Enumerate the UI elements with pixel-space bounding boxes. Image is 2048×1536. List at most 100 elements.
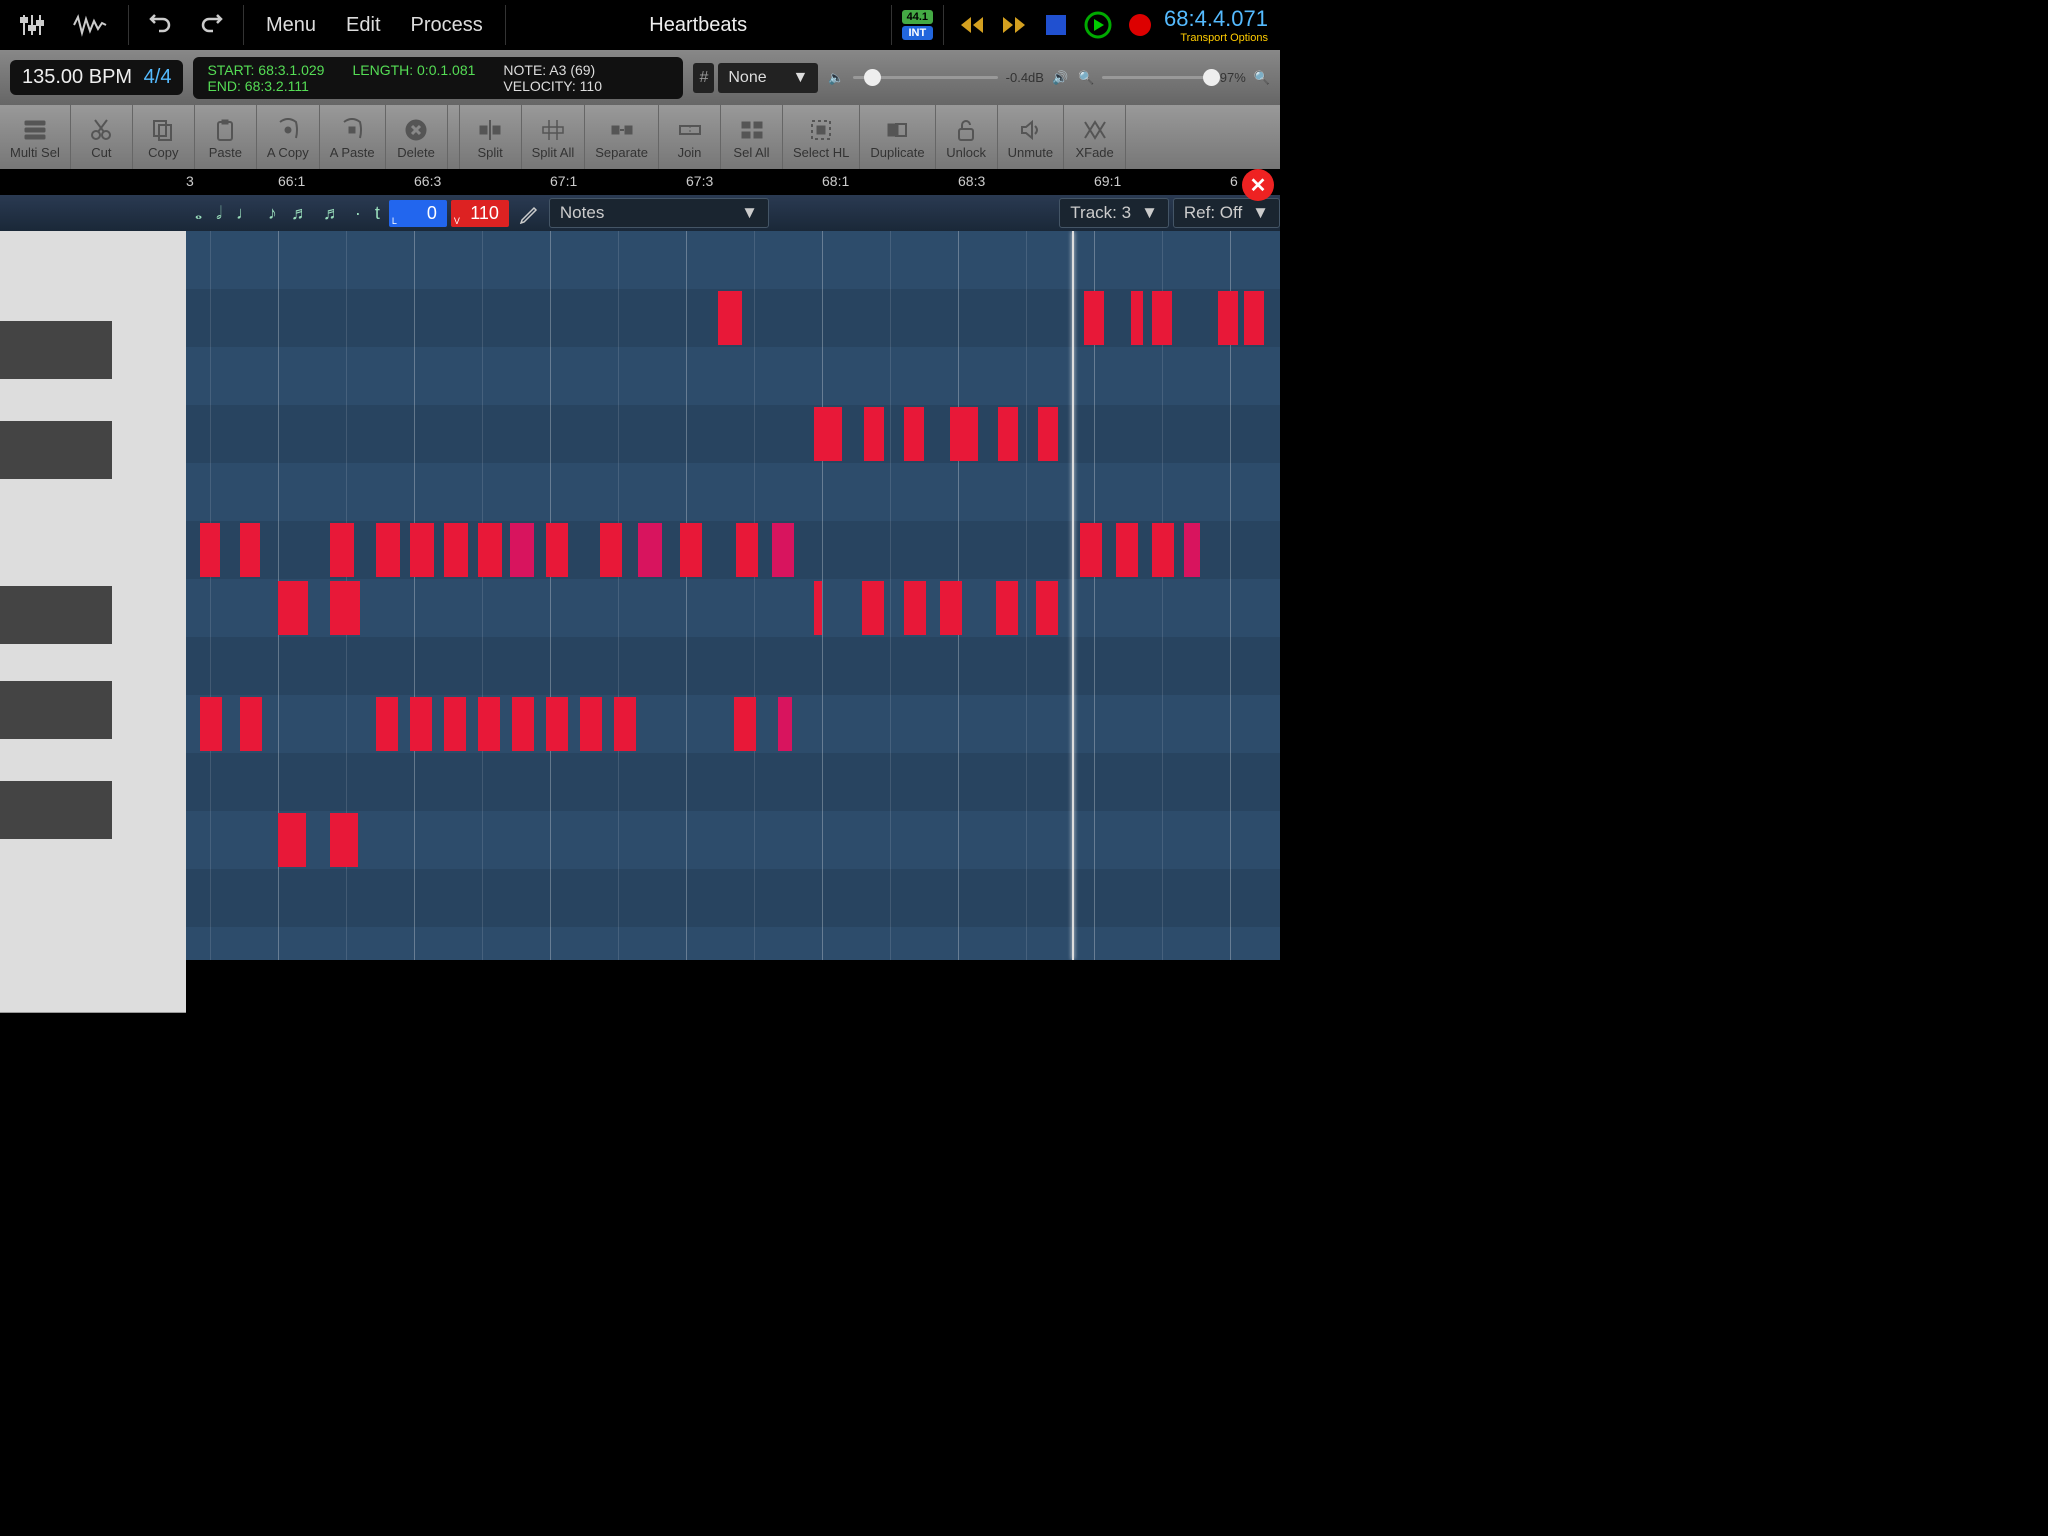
edit-button[interactable]: Edit — [334, 14, 392, 37]
black-key[interactable] — [0, 321, 112, 379]
sel-all-button[interactable]: Sel All — [721, 105, 783, 169]
zoom-out-icon[interactable]: 🔍 — [1078, 70, 1094, 86]
midi-note[interactable] — [680, 523, 702, 577]
playhead[interactable] — [1072, 231, 1074, 960]
delete-button[interactable]: Delete — [386, 105, 448, 169]
midi-note[interactable] — [200, 523, 220, 577]
triplet-button[interactable]: t — [370, 200, 385, 227]
midi-note[interactable] — [278, 581, 308, 635]
midi-note[interactable] — [410, 697, 432, 751]
snap-select[interactable]: None▼ — [718, 63, 818, 93]
midi-note[interactable] — [950, 407, 978, 461]
midi-note[interactable] — [1152, 523, 1174, 577]
midi-note[interactable] — [998, 407, 1018, 461]
cut-button[interactable]: Cut — [71, 105, 133, 169]
zoom-slider[interactable] — [1102, 76, 1211, 79]
midi-note[interactable] — [814, 407, 842, 461]
midi-note[interactable] — [580, 697, 602, 751]
mode-select[interactable]: Notes▼ — [549, 198, 769, 228]
a-paste-button[interactable]: A Paste — [320, 105, 386, 169]
length-value-box[interactable]: L0 — [389, 200, 447, 227]
select-hl-button[interactable]: Select HL — [783, 105, 860, 169]
midi-note[interactable] — [778, 697, 792, 751]
midi-note[interactable] — [330, 813, 358, 867]
separate-button[interactable]: Separate — [585, 105, 659, 169]
midi-note[interactable] — [772, 523, 794, 577]
black-key[interactable] — [0, 681, 112, 739]
dot-button[interactable]: · — [350, 200, 366, 227]
stop-button[interactable] — [1042, 11, 1070, 39]
redo-button[interactable] — [189, 9, 233, 41]
half-note-button[interactable]: 𝅗𝅥 — [211, 200, 227, 227]
midi-note[interactable] — [1080, 523, 1102, 577]
midi-note[interactable] — [996, 581, 1018, 635]
xfade-button[interactable]: XFade — [1064, 105, 1126, 169]
midi-note[interactable] — [1184, 523, 1200, 577]
black-key[interactable] — [0, 421, 112, 479]
black-key[interactable] — [0, 781, 112, 839]
keyboard[interactable]: C4 C3 — [0, 231, 186, 960]
midi-note[interactable] — [376, 697, 398, 751]
unmute-button[interactable]: Unmute — [998, 105, 1065, 169]
rewind-button[interactable] — [958, 11, 986, 39]
white-key[interactable] — [0, 911, 186, 1013]
midi-note[interactable] — [1131, 291, 1143, 345]
midi-note[interactable] — [638, 523, 662, 577]
mixer-icon[interactable] — [8, 7, 56, 43]
sync-badges[interactable]: 44.1 INT — [902, 10, 933, 40]
undo-button[interactable] — [139, 9, 183, 41]
midi-note[interactable] — [904, 407, 924, 461]
midi-note[interactable] — [410, 523, 434, 577]
black-key[interactable] — [0, 586, 112, 644]
midi-note[interactable] — [546, 697, 568, 751]
midi-note[interactable] — [478, 697, 500, 751]
32nd-note-button[interactable]: ♬ — [318, 200, 346, 227]
velocity-value-box[interactable]: V110 — [451, 200, 509, 227]
fast-forward-button[interactable] — [1000, 11, 1028, 39]
16th-note-button[interactable]: ♬ — [286, 200, 314, 227]
record-button[interactable] — [1126, 11, 1154, 39]
process-button[interactable]: Process — [399, 14, 495, 37]
split-all-button[interactable]: Split All — [522, 105, 586, 169]
duplicate-button[interactable]: Duplicate — [860, 105, 935, 169]
midi-note[interactable] — [444, 697, 466, 751]
midi-note[interactable] — [864, 407, 884, 461]
snap-grid-icon[interactable]: # — [693, 63, 714, 93]
midi-note[interactable] — [1116, 523, 1138, 577]
midi-note[interactable] — [330, 523, 354, 577]
play-button[interactable] — [1084, 11, 1112, 39]
midi-note[interactable] — [240, 523, 260, 577]
midi-note[interactable] — [736, 523, 758, 577]
midi-note[interactable] — [614, 697, 636, 751]
timeline-ruler[interactable]: ✕ 366:166:367:167:368:168:369:16 — [0, 169, 1280, 195]
track-select[interactable]: Track: 3▼ — [1059, 198, 1169, 228]
midi-note[interactable] — [862, 581, 884, 635]
midi-note[interactable] — [734, 697, 756, 751]
midi-note[interactable] — [240, 697, 262, 751]
midi-note[interactable] — [478, 523, 502, 577]
midi-note[interactable] — [718, 291, 742, 345]
midi-note[interactable] — [1038, 407, 1058, 461]
menu-button[interactable]: Menu — [254, 14, 328, 37]
copy-button[interactable]: Copy — [133, 105, 195, 169]
gain-slider[interactable] — [853, 76, 998, 79]
a-copy-button[interactable]: A Copy — [257, 105, 320, 169]
whole-note-button[interactable]: 𝅝 — [190, 200, 207, 227]
midi-note[interactable] — [1218, 291, 1238, 345]
multi-sel-button[interactable]: Multi Sel — [0, 105, 71, 169]
midi-note[interactable] — [1244, 291, 1264, 345]
join-button[interactable]: Join — [659, 105, 721, 169]
paste-button[interactable]: Paste — [195, 105, 257, 169]
ref-select[interactable]: Ref: Off▼ — [1173, 198, 1280, 228]
midi-note[interactable] — [940, 581, 962, 635]
waveform-icon[interactable] — [62, 9, 118, 41]
note-grid[interactable] — [186, 231, 1280, 960]
tempo-box[interactable]: 135.00 BPM 4/4 — [10, 60, 183, 95]
midi-note[interactable] — [376, 523, 400, 577]
midi-note[interactable] — [1036, 581, 1058, 635]
midi-note[interactable] — [814, 581, 822, 635]
midi-note[interactable] — [904, 581, 926, 635]
split-button[interactable]: Split — [460, 105, 522, 169]
midi-note[interactable] — [330, 581, 360, 635]
midi-note[interactable] — [546, 523, 568, 577]
